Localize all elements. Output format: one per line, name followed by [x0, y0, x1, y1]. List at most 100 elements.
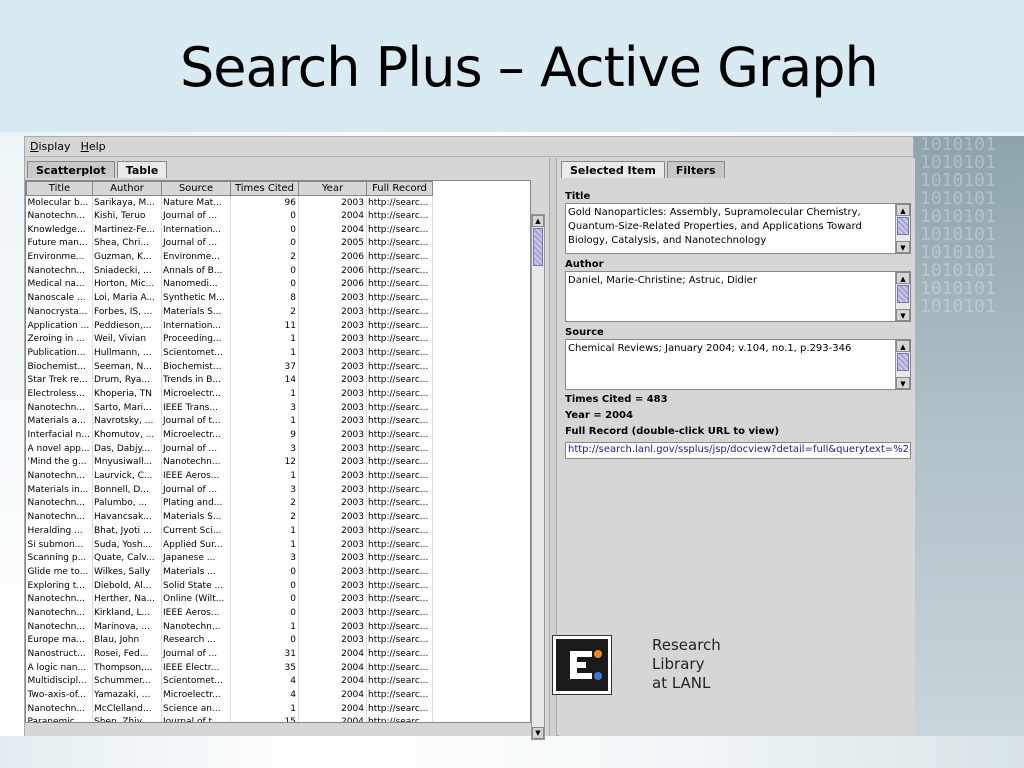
full-record-url[interactable]: http://search.lanl.gov/ssplus/jsp/docvie…	[565, 442, 911, 459]
table-cell: http://searc...	[366, 701, 433, 716]
table-scrollbar[interactable]: ▲ ▼	[531, 214, 545, 740]
table-row[interactable]: Nanotechn... Laurvick, C... IEEE Aeros... 1…	[26, 469, 433, 483]
table-cell: Nanotechn...	[26, 510, 93, 524]
table-row[interactable]: Nanotechn... Sarto, Mari... IEEE Trans... 3…	[26, 400, 433, 415]
table-cell: Materials S...	[161, 510, 231, 524]
table-row[interactable]: Nanostruct... Rosei, Fed... Journal of ...…	[26, 647, 433, 661]
table-cell: http://searc...	[366, 414, 433, 429]
scroll-thumb[interactable]	[897, 353, 909, 371]
table-row[interactable]: Multidiscipl... Schummer... Scientomet... 4…	[26, 674, 433, 689]
table-row[interactable]: Nanotechn... Palumbo, ... Plating and... 2 2…	[26, 496, 433, 511]
column-header-times-cited[interactable]: Times Cited	[230, 181, 299, 196]
table-row[interactable]: Environme... Guzman, K... Environme... 2 200…	[26, 250, 433, 264]
search-plus-window: Display Help Scatterplot Table Title Auth…	[24, 136, 915, 740]
source-field[interactable]: Chemical Reviews; January 2004; v.104, n…	[565, 339, 911, 390]
menu-help[interactable]: Help	[76, 140, 111, 153]
table-row[interactable]: Zeroing in ... Weil, Vivian Proceeding... 1…	[26, 332, 433, 347]
table-cell: 2006	[298, 277, 367, 292]
table-row[interactable]: Si submon... Suda, Yosh... Applied Sur... 1…	[26, 537, 433, 552]
table-row[interactable]: Application ... Peddieson,... Internation.…	[26, 318, 433, 333]
table-row[interactable]: Biochemist... Seeman, N... Biochemist... 37…	[26, 359, 433, 374]
table-row[interactable]: Interfacial n... Khomutov, ... Microelectr…	[26, 428, 433, 442]
scroll-up-icon[interactable]: ▲	[896, 340, 910, 352]
title-field[interactable]: Gold Nanoparticles: Assembly, Supramolec…	[565, 203, 911, 254]
scroll-down-icon[interactable]: ▼	[896, 241, 910, 253]
table-row[interactable]: Knowledge... Martinez-Fe... Internation...…	[26, 222, 433, 237]
scroll-thumb[interactable]	[897, 217, 909, 235]
table-cell: 2003	[298, 428, 367, 442]
table-row[interactable]: Medical na... Horton, Mic... Nanomedi... 0 2…	[26, 277, 433, 292]
table-row[interactable]: Nanoscale ... Loi, Maria A... Synthetic M.…	[26, 291, 433, 305]
table-row[interactable]: Star Trek re... Drum, Rya... Trends in B..…	[26, 373, 433, 388]
scroll-thumb[interactable]	[533, 228, 543, 266]
table-row[interactable]: A logic nan... Thompson,... IEEE Electr...…	[26, 660, 433, 675]
table-row[interactable]: Exploring t... Diebold, Al... Solid State …	[26, 578, 433, 593]
scroll-up-icon[interactable]: ▲	[896, 272, 910, 284]
table-cell: 3	[230, 551, 299, 566]
binary-decoration: 1010101 1010101 1010101 1010101 1010101 10101…	[912, 136, 1024, 736]
table-cell: 2004	[298, 674, 367, 689]
scroll-down-icon[interactable]: ▼	[896, 309, 910, 321]
table-cell: http://searc...	[366, 250, 433, 264]
table-row[interactable]: Publication... Hullmann, ... Scientomet...…	[26, 346, 433, 360]
table-row[interactable]: Nanocrysta... Forbes, IS, ... Materials S.…	[26, 305, 433, 319]
table-cell: Nature Mat...	[161, 195, 231, 210]
scroll-down-icon[interactable]: ▼	[532, 727, 544, 739]
scroll-up-icon[interactable]: ▲	[532, 215, 544, 227]
title-scrollbar[interactable]: ▲ ▼	[895, 204, 910, 253]
table-row[interactable]: Two-axis-of... Yamazaki, ... Microelectr..…	[26, 688, 433, 702]
menu-display[interactable]: Display	[25, 140, 76, 153]
source-scrollbar[interactable]: ▲ ▼	[895, 340, 910, 389]
table-cell: Internation...	[161, 318, 231, 333]
scroll-thumb[interactable]	[897, 285, 909, 303]
table-cell: http://searc...	[366, 195, 433, 210]
table-cell: IEEE Aeros...	[161, 606, 231, 620]
table-cell: IEEE Electr...	[161, 660, 231, 675]
column-header-year[interactable]: Year	[298, 181, 367, 196]
view-tabs: Scatterplot Table	[25, 158, 549, 178]
left-decor	[0, 136, 24, 736]
table-row[interactable]: 'Mind the g... Mnyusiwall... Nanotechn... 1…	[26, 455, 433, 470]
table-row[interactable]: Europe ma... Blau, John Research ... 0 2003 h…	[26, 633, 433, 648]
column-header-author[interactable]: Author	[92, 181, 162, 196]
author-scrollbar[interactable]: ▲ ▼	[895, 272, 910, 321]
table-cell: Electroless...	[26, 387, 93, 401]
table-row[interactable]: Paranemic ... Shen, Zhiy... Journal of t..…	[26, 715, 433, 722]
table-row[interactable]: Future man... Shea, Chri... Journal of ...…	[26, 236, 433, 251]
table-cell: 2003	[298, 305, 367, 319]
table-cell: Nanotechn...	[26, 400, 93, 415]
table-cell: Materials in...	[26, 482, 93, 497]
scroll-up-icon[interactable]: ▲	[896, 204, 910, 216]
table-cell: http://searc...	[366, 482, 433, 497]
table-row[interactable]: Nanotechn... Sniadecki, ... Annals of B...…	[26, 263, 433, 278]
tab-scatterplot[interactable]: Scatterplot	[27, 161, 115, 178]
table-row[interactable]: Molecular b... Sarikaya, M... Nature Mat..…	[26, 195, 433, 210]
table-row[interactable]: Nanotechn... Kirkland, L... IEEE Aeros... 0…	[26, 606, 433, 620]
scroll-down-icon[interactable]: ▼	[896, 377, 910, 389]
table-row[interactable]: Scanning p... Quate, Calv... Japanese ... 3…	[26, 551, 433, 566]
table-row[interactable]: Glide me to... Wilkes, Sally Materials ...…	[26, 565, 433, 579]
column-header-title[interactable]: Title	[26, 181, 93, 196]
table-cell: 12	[230, 455, 299, 470]
table-cell: 2	[230, 250, 299, 264]
table-row[interactable]: Heralding ... Bhat, Jyoti ... Current Sci.…	[26, 524, 433, 538]
table-cell: Wilkes, Sally	[92, 565, 162, 579]
table-row[interactable]: Materials in... Bonnell, D... Journal of .…	[26, 482, 433, 497]
table-row[interactable]: Nanotechn... Havancsak... Materials S... 2 2…	[26, 510, 433, 524]
column-header-full-record[interactable]: Full Record	[366, 181, 433, 196]
table-cell: http://searc...	[366, 510, 433, 524]
table-row[interactable]: Nanotechn... Marinova, ... Nanotechn... 1 20…	[26, 619, 433, 634]
tab-filters[interactable]: Filters	[666, 161, 725, 178]
author-field[interactable]: Daniel, Marie-Christine; Astruc, Didier …	[565, 271, 911, 322]
tab-table[interactable]: Table	[116, 161, 168, 178]
table-row[interactable]: Materials a... Navrotsky, ... Journal of t…	[26, 414, 433, 429]
table-row[interactable]: Nanotechn... Kishi, Teruo Journal of ... 0 2…	[26, 209, 433, 223]
column-header-source[interactable]: Source	[161, 181, 231, 196]
table-cell: Journal of ...	[161, 482, 231, 497]
table-row[interactable]: Nanotechn... McClelland... Science an... 1 2…	[26, 701, 433, 716]
table-row[interactable]: A novel app... Das, Dabjy... Journal of ..…	[26, 441, 433, 456]
tab-selected-item[interactable]: Selected Item	[561, 161, 665, 178]
table-row[interactable]: Nanotechn... Herther, Na... Online (Wilt..…	[26, 592, 433, 607]
table-cell: Kishi, Teruo	[92, 209, 162, 223]
table-row[interactable]: Electroless... Khoperia, TN Microelectr...…	[26, 387, 433, 401]
